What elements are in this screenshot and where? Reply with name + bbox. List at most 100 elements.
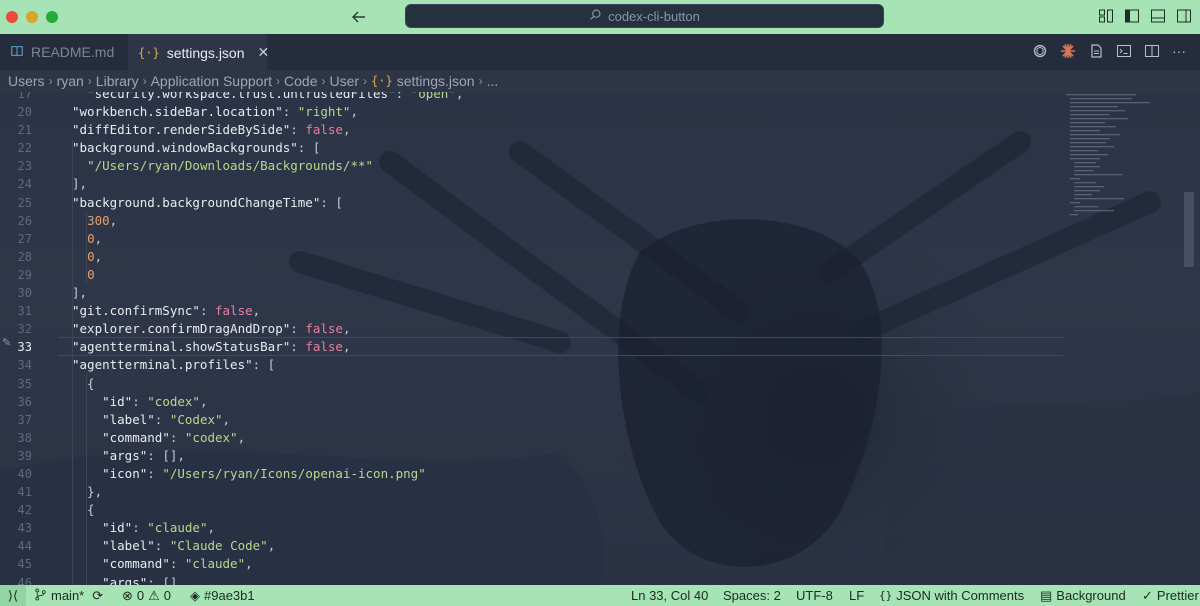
close-tab-button[interactable]: ✕ [258,44,270,61]
prettier-status[interactable]: ✓ Prettier [1142,585,1199,606]
breadcrumb-item[interactable]: ryan [57,73,84,89]
code-line: { [72,375,95,391]
code-line: "agentterminal.showStatusBar": false, [72,339,351,355]
code-line: 0 [87,266,95,282]
background-label: Background [1056,588,1126,603]
search-icon [589,8,602,24]
chevron-right-icon: › [87,74,92,88]
line-number: 44 [17,539,32,554]
title-bar: codex-cli-button [0,0,1200,34]
git-branch-icon [34,588,47,604]
cursor-position[interactable]: Ln 33, Col 40 [631,585,708,606]
code-line: }, [72,484,103,500]
maximize-window-button[interactable] [46,11,58,23]
chevron-right-icon: › [142,74,147,88]
json-braces-icon: {·} [371,74,393,88]
breadcrumb-item[interactable]: Application Support [151,73,272,89]
close-window-button[interactable] [6,11,18,23]
breadcrumb-item[interactable]: settings.json [397,73,475,89]
line-number: 31 [17,304,32,319]
code-line: "workbench.sideBar.location": "right", [72,104,358,120]
line-number: 29 [17,267,32,282]
breadcrumb-item[interactable]: Code [284,73,317,89]
vertical-scrollbar[interactable] [1184,192,1194,267]
code-line: "icon": "/Users/ryan/Icons/openai-icon.p… [102,465,426,481]
tab-settings-json[interactable]: {·} settings.json ✕ [128,34,270,70]
breadcrumb-item[interactable]: Library [96,73,139,89]
sync-icon[interactable]: ⟳ [92,588,103,604]
toggle-sidebar-icon[interactable] [1124,8,1140,24]
code-line: "background.windowBackgrounds": [ [72,140,321,156]
breadcrumb: Users › ryan › Library › Application Sup… [0,70,1200,92]
line-number: 38 [17,430,32,445]
line-number: 43 [17,521,32,536]
back-arrow-icon[interactable] [348,6,370,28]
command-center-search[interactable]: codex-cli-button [405,4,884,28]
branch-status[interactable]: main* ⟳ [34,585,103,606]
background-status[interactable]: ▤ Background [1040,585,1126,606]
code-editor[interactable]: ✎ 17 20 21 22 23 24 25 26 27 28 29 30 31… [0,92,1200,585]
more-actions-icon[interactable]: ··· [1172,43,1188,59]
split-editor-icon[interactable] [1144,43,1160,59]
line-number: 41 [17,485,32,500]
code-line: { [72,502,95,518]
code-line: ], [72,285,88,301]
code-line: 0, [87,248,103,264]
line-number: 21 [17,123,32,138]
terminal-icon[interactable] [1116,43,1132,59]
claude-starburst-icon[interactable] [1060,43,1076,59]
line-number: 24 [17,177,32,192]
code-lines[interactable]: "security.workspace.trust.untrustedFiles… [72,92,463,585]
encoding-status[interactable]: UTF-8 [796,585,833,606]
commit-status[interactable]: ◈ #9ae3b1 [190,585,255,606]
window-controls [6,11,58,23]
error-icon: ⊗ [122,587,133,603]
code-line: "label": "Codex", [102,411,231,427]
book-icon [10,44,24,61]
tab-readme[interactable]: README.md [0,34,128,70]
code-line: "git.confirmSync": false, [72,303,261,319]
breadcrumb-item[interactable]: ... [487,73,499,89]
openai-icon[interactable] [1032,43,1048,59]
chevron-right-icon: › [321,74,326,88]
minimize-window-button[interactable] [26,11,38,23]
line-number: 39 [17,448,32,463]
language-mode[interactable]: {} JSON with Comments [879,585,1024,606]
warning-icon: ⚠ [148,587,160,603]
line-number: 45 [17,557,32,572]
line-number: 27 [17,231,32,246]
code-line: "command": "claude", [102,556,253,572]
code-line: "agentterminal.profiles": [ [72,357,276,373]
breadcrumb-item[interactable]: Users [8,73,45,89]
commit-icon: ◈ [190,587,200,603]
breadcrumb-item[interactable]: User [329,73,359,89]
toggle-panel-icon[interactable] [1150,8,1166,24]
layout-controls [1098,8,1192,24]
code-line: "id": "claude", [102,520,216,536]
code-line: "diffEditor.renderSideBySide": false, [72,122,351,138]
code-line: 0, [87,230,103,246]
problems-status[interactable]: ⊗ 0 ⚠ 0 [122,585,171,606]
minimap[interactable] [1066,92,1184,232]
line-number: 26 [17,213,32,228]
code-line: "/Users/ryan/Downloads/Backgrounds/**" [87,158,374,174]
customize-layout-icon[interactable] [1098,8,1114,24]
code-line: "security.workspace.trust.untrustedFiles… [72,92,464,101]
prettier-label: Prettier [1156,588,1199,603]
error-count: 0 [136,588,145,603]
indentation-status[interactable]: Spaces: 2 [723,585,781,606]
code-line: "explorer.confirmDragAndDrop": false, [72,321,351,337]
editor-tab-bar: README.md {·} settings.json ✕ ··· [0,34,1200,70]
line-number: 40 [17,466,32,481]
check-double-icon: ✓ [1142,587,1153,603]
eol-status[interactable]: LF [849,585,864,606]
line-number: 25 [17,195,32,210]
editor-actions: ··· [1032,43,1188,59]
toggle-secondary-sidebar-icon[interactable] [1176,8,1192,24]
line-number: 32 [17,322,32,337]
copy-file-icon[interactable] [1088,43,1104,59]
warning-count: 0 [163,588,172,603]
status-bar: ⟩⟨ main* ⟳ ⊗ 0 ⚠ 0 ◈ #9ae3b1 Ln 33, Col … [0,585,1200,606]
code-line: "background.backgroundChangeTime": [ [72,194,343,210]
remote-indicator[interactable]: ⟩⟨ [0,585,26,606]
